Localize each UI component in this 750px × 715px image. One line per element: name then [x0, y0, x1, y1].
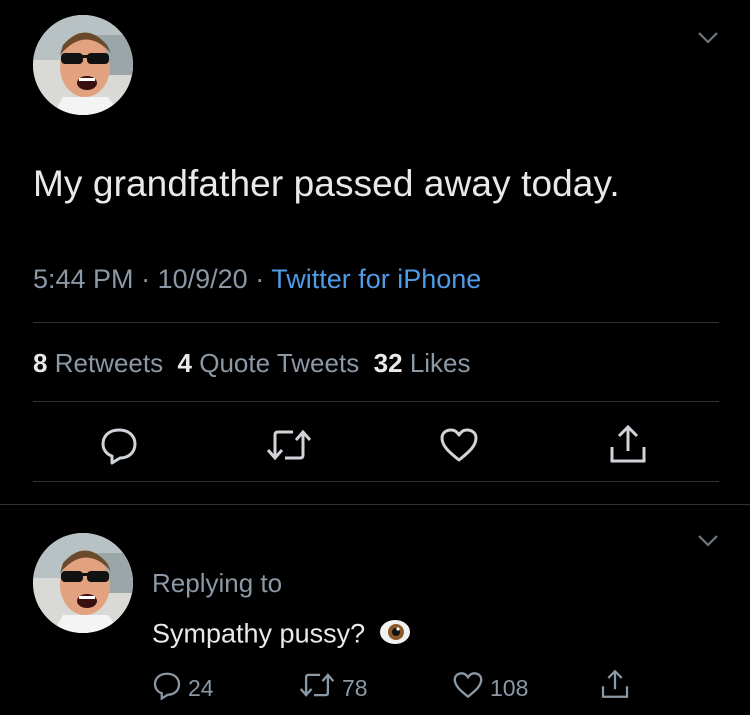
share-icon	[600, 668, 630, 706]
retweet-icon[interactable]	[265, 427, 313, 468]
more-options-chevron-icon[interactable]	[696, 30, 720, 51]
reply-like-button[interactable]: 108	[452, 671, 528, 705]
likes-label: Likes	[409, 348, 471, 378]
replying-to-label: Replying to	[152, 568, 283, 598]
divider	[33, 401, 719, 402]
meta-separator: ·	[141, 264, 151, 294]
quote-count: 4	[177, 348, 193, 378]
reply-text: Sympathy pussy?	[152, 617, 411, 654]
tweet-text: My grandfather passed away today.	[33, 163, 620, 204]
retweets-count: 8	[33, 348, 48, 378]
tweet-date[interactable]: 10/9/20	[158, 264, 248, 294]
avatar-photo	[33, 15, 133, 115]
reply-icon	[152, 670, 182, 706]
like-icon[interactable]	[439, 427, 479, 468]
quote-tweets-stat[interactable]: 4 Quote Tweets	[178, 348, 360, 378]
reply-count: 24	[188, 674, 214, 701]
divider	[33, 322, 719, 323]
author-avatar[interactable]	[33, 15, 133, 115]
likes-stat[interactable]: 32 Likes	[374, 348, 471, 378]
reply-reply-button[interactable]: 24	[152, 670, 214, 706]
likes-count: 32	[373, 348, 403, 378]
reply-body: Sympathy pussy?	[152, 618, 366, 649]
reply-icon[interactable]	[99, 425, 139, 470]
quote-label: Quote Tweets	[199, 348, 360, 378]
like-count: 108	[490, 674, 529, 701]
tweet-time[interactable]: 5:44 PM	[33, 264, 134, 294]
like-icon	[452, 671, 484, 705]
avatar-photo	[33, 533, 133, 633]
retweets-label: Retweets	[54, 348, 164, 378]
section-divider	[0, 504, 750, 505]
tweet-source[interactable]: Twitter for iPhone	[271, 264, 481, 294]
reply-author-avatar[interactable]	[33, 533, 133, 633]
share-icon[interactable]	[608, 423, 648, 470]
eye-emoji-icon	[379, 617, 411, 654]
retweet-icon	[298, 671, 336, 705]
tweet-stats: 8 Retweets 4 Quote Tweets 32 Likes	[33, 348, 471, 379]
reply-more-options-chevron-icon[interactable]	[696, 533, 720, 554]
retweet-count: 78	[342, 674, 368, 701]
reply-retweet-button[interactable]: 78	[298, 671, 368, 705]
retweets-stat[interactable]: 8 Retweets	[33, 348, 163, 378]
meta-separator: ·	[255, 264, 265, 294]
tweet-meta: 5:44 PM · 10/9/20 · Twitter for iPhone	[33, 264, 481, 295]
reply-share-button[interactable]	[600, 668, 630, 706]
divider	[33, 481, 719, 482]
